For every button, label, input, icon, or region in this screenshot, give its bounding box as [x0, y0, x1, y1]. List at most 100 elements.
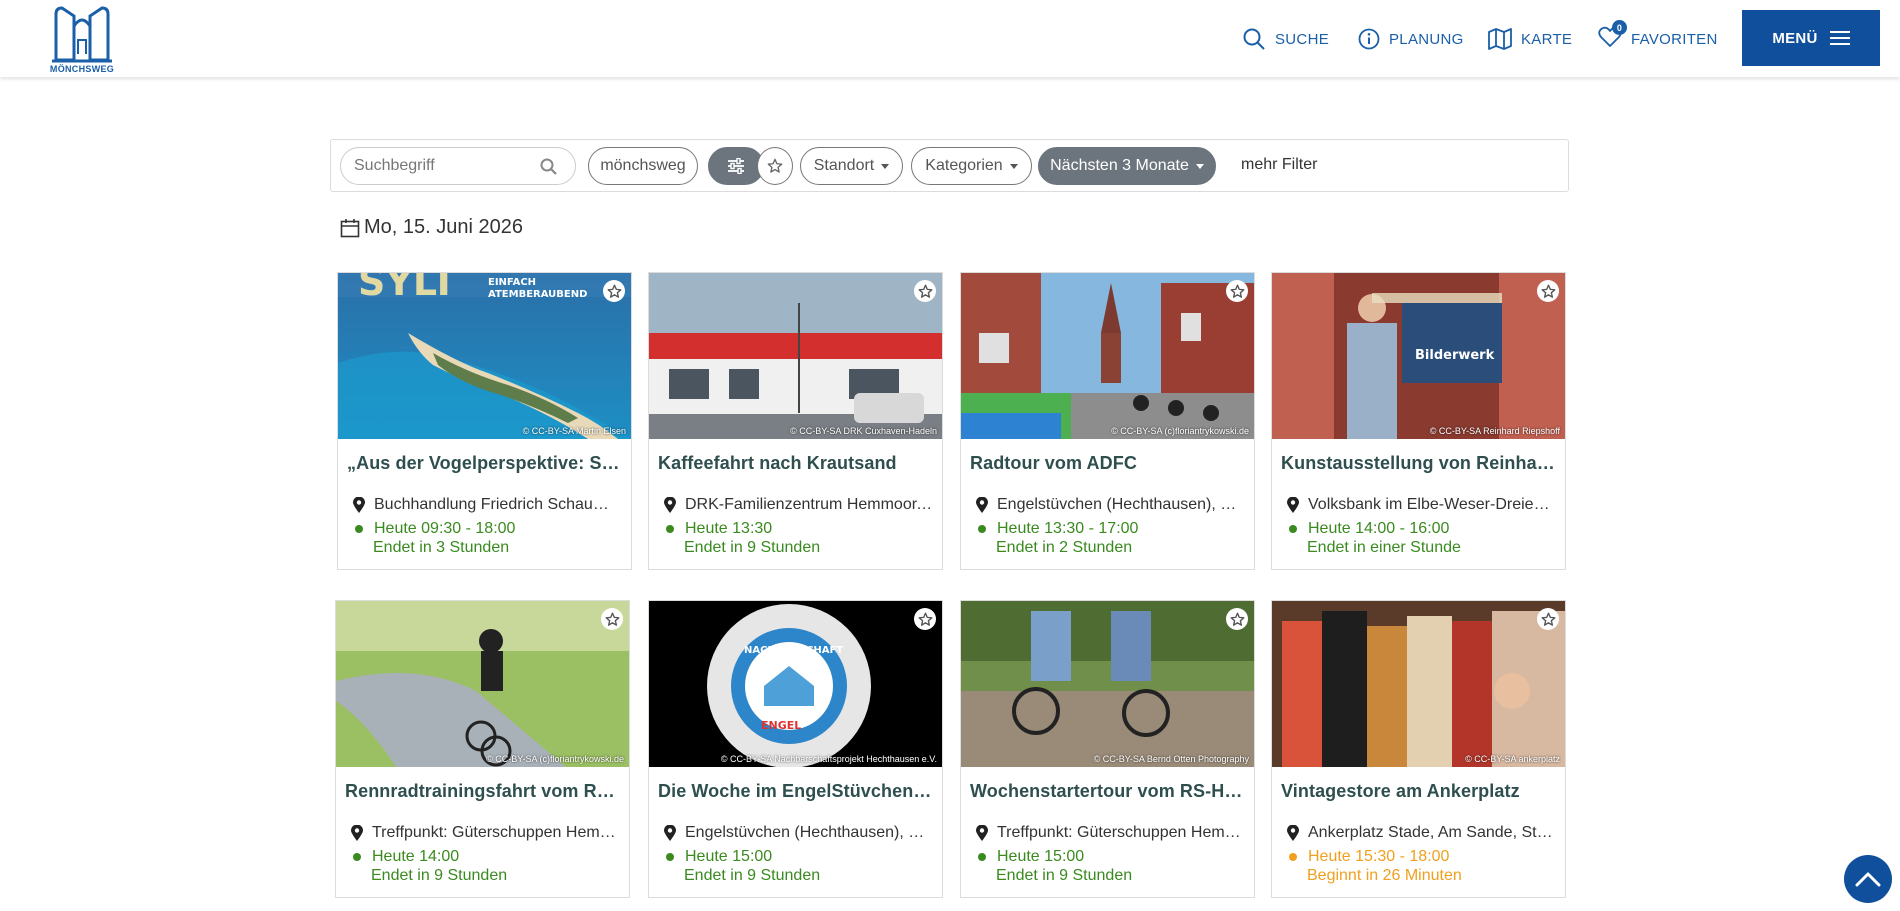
event-title[interactable]: Rennradtrainingsfahrt vom RS-H…	[345, 781, 620, 802]
menu-button[interactable]: MENÜ	[1742, 10, 1880, 66]
svg-text:NACHBARSCHAFT: NACHBARSCHAFT	[744, 645, 843, 656]
star-icon	[1230, 612, 1244, 626]
nav-karte[interactable]: KARTE	[1488, 24, 1572, 54]
site-header: MÖNCHSWEG SUCHE PLANUNG KARTE 0 FAVORITE…	[0, 0, 1900, 77]
map-pin-icon	[664, 496, 676, 513]
date-heading-text: Mo, 15. Juni 2026	[364, 216, 523, 238]
tag-filter-pill[interactable]: mönchsweg	[588, 147, 698, 185]
favorite-star-button[interactable]	[1537, 608, 1559, 630]
calendar-icon	[340, 218, 360, 237]
event-time-text: Heute 15:30 - 18:00	[1308, 848, 1450, 865]
event-location-text: DRK-Familienzentrum Hemmoor, …	[685, 496, 933, 513]
event-time-text: Heute 13:30	[685, 520, 773, 537]
image-credit: © CC-BY-SA Bernd Otten Photography	[1093, 754, 1249, 764]
image-credit: © CC-BY-SA ankerplatz	[1465, 754, 1560, 764]
event-location: Treffpunkt: Güterschuppen Hem…	[351, 824, 620, 842]
moenchsweg-logo[interactable]: MÖNCHSWEG	[48, 4, 116, 76]
search-input[interactable]	[354, 157, 534, 175]
image-credit: © CC-BY-SA Reinhard Riepshoff	[1429, 426, 1560, 436]
favorite-star-button[interactable]	[1226, 608, 1248, 630]
event-location-text: Buchhandlung Friedrich Schaumb…	[374, 496, 622, 513]
svg-text:SYLT: SYLT	[358, 273, 457, 304]
nav-planung-label: PLANUNG	[1389, 30, 1464, 48]
kategorien-dropdown-label: Kategorien	[925, 157, 1003, 174]
event-status-text: Endet in einer Stunde	[1307, 539, 1461, 556]
event-card[interactable]: © CC-BY-SA (c)floriantrykowski.de Radtour…	[960, 272, 1255, 570]
event-location: Ankerplatz Stade, Am Sande, Stade	[1287, 824, 1556, 842]
star-icon	[918, 284, 932, 298]
logo-icon	[52, 6, 112, 63]
standort-dropdown[interactable]: Standort	[800, 147, 903, 185]
nav-planung[interactable]: PLANUNG	[1358, 24, 1464, 54]
favorite-star-button[interactable]	[1537, 280, 1559, 302]
event-image[interactable]: © CC-BY-SA Bernd Otten Photography	[961, 601, 1254, 767]
event-location: Engelstüvchen (Hechthausen), M…	[976, 496, 1245, 514]
star-icon	[767, 158, 783, 173]
search-icon[interactable]	[540, 158, 557, 175]
event-time: Heute 14:00 - 16:00	[1289, 520, 1556, 538]
event-image[interactable]: © CC-BY-SA (c)floriantrykowski.de	[961, 273, 1254, 439]
chevron-down-icon	[1195, 163, 1204, 169]
more-filter-link[interactable]: mehr Filter	[1241, 156, 1317, 174]
event-image[interactable]: NACHBARSCHAFT ENGEL © CC-BY-SA Nachbarscha…	[649, 601, 942, 767]
favorite-star-button[interactable]	[914, 280, 936, 302]
status-dot	[666, 525, 674, 533]
favorites-filter-button[interactable]	[757, 147, 793, 185]
event-time: Heute 15:00	[978, 848, 1245, 866]
event-title[interactable]: Vintagestore am Ankerplatz	[1281, 781, 1556, 802]
event-card[interactable]: © CC-BY-SA ankerplatz Vintagestore am Ank…	[1271, 600, 1566, 898]
event-card[interactable]: SYLT EINFACH ATEMBERAUBEND © CC-BY-SA Marti…	[337, 272, 632, 570]
map-pin-icon	[351, 824, 363, 841]
event-image[interactable]: © CC-BY-SA ankerplatz	[1272, 601, 1565, 767]
nav-karte-label: KARTE	[1521, 30, 1573, 48]
event-title[interactable]: Kaffeefahrt nach Krautsand	[658, 453, 933, 474]
star-icon	[1541, 284, 1555, 298]
event-card[interactable]: Bilderwerk © CC-BY-SA Reinhard Riepshoff K…	[1271, 272, 1566, 570]
status-dot	[355, 525, 363, 533]
search-field[interactable]	[340, 147, 576, 185]
event-location: Buchhandlung Friedrich Schaumb…	[353, 496, 622, 514]
favorite-star-button[interactable]	[601, 608, 623, 630]
event-title[interactable]: Die Woche im EngelStüvchen - St…	[658, 781, 933, 802]
event-title[interactable]: „Aus der Vogelperspektive: Sylt u…	[347, 453, 622, 474]
status-dot	[978, 853, 986, 861]
svg-text:Bilderwerk: Bilderwerk	[1415, 348, 1495, 363]
event-status-text: Endet in 9 Stunden	[996, 867, 1133, 884]
nav-suche[interactable]: SUCHE	[1242, 24, 1329, 54]
image-credit: © CC-BY-SA Nachbarschaftsprojekt Hechtha…	[720, 754, 937, 764]
event-image[interactable]: © CC-BY-SA DRK Cuxhaven-Hadeln	[649, 273, 942, 439]
info-icon	[1358, 28, 1380, 50]
event-card[interactable]: © CC-BY-SA Bernd Otten Photography Wochen…	[960, 600, 1255, 898]
event-image[interactable]: Bilderwerk © CC-BY-SA Reinhard Riepshoff	[1272, 273, 1565, 439]
favorite-star-button[interactable]	[914, 608, 936, 630]
event-image[interactable]: © CC-BY-SA (c)floriantrykowski.de	[336, 601, 629, 767]
status-dot	[1289, 525, 1297, 533]
map-pin-icon	[353, 496, 365, 513]
favorite-star-button[interactable]	[603, 280, 625, 302]
event-title[interactable]: Wochenstartertour vom RS-Hem…	[970, 781, 1245, 802]
event-card[interactable]: © CC-BY-SA DRK Cuxhaven-Hadeln Kaffeefahr…	[648, 272, 943, 570]
status-dot	[978, 525, 986, 533]
map-icon	[1488, 28, 1512, 50]
period-dropdown[interactable]: Nächsten 3 Monate	[1038, 147, 1216, 185]
image-credit: © CC-BY-SA (c)floriantrykowski.de	[486, 754, 624, 764]
nav-suche-label: SUCHE	[1275, 30, 1330, 48]
hamburger-icon	[1829, 31, 1850, 45]
event-status-text: Beginnt in 26 Minuten	[1307, 867, 1462, 884]
map-pin-icon	[664, 824, 676, 841]
chevron-down-icon	[1009, 163, 1018, 169]
event-card[interactable]: NACHBARSCHAFT ENGEL © CC-BY-SA Nachbarscha…	[648, 600, 943, 898]
event-title[interactable]: Radtour vom ADFC	[970, 453, 1245, 474]
back-to-top-button[interactable]	[1844, 855, 1892, 903]
star-icon	[1541, 612, 1555, 626]
star-icon	[1230, 284, 1244, 298]
nav-favoriten[interactable]: 0 FAVORITEN	[1598, 20, 1718, 54]
event-title[interactable]: Kunstausstellung von Reinhard R…	[1281, 453, 1556, 474]
event-image[interactable]: SYLT EINFACH ATEMBERAUBEND © CC-BY-SA Marti…	[338, 273, 631, 439]
favorite-star-button[interactable]	[1226, 280, 1248, 302]
filter-settings-button[interactable]	[708, 147, 764, 185]
svg-text:ATEMBERAUBEND: ATEMBERAUBEND	[488, 289, 587, 300]
event-card[interactable]: © CC-BY-SA (c)floriantrykowski.de Rennrad…	[335, 600, 630, 898]
event-location-text: Treffpunkt: Güterschuppen Hem…	[372, 824, 616, 841]
kategorien-dropdown[interactable]: Kategorien	[911, 147, 1032, 185]
